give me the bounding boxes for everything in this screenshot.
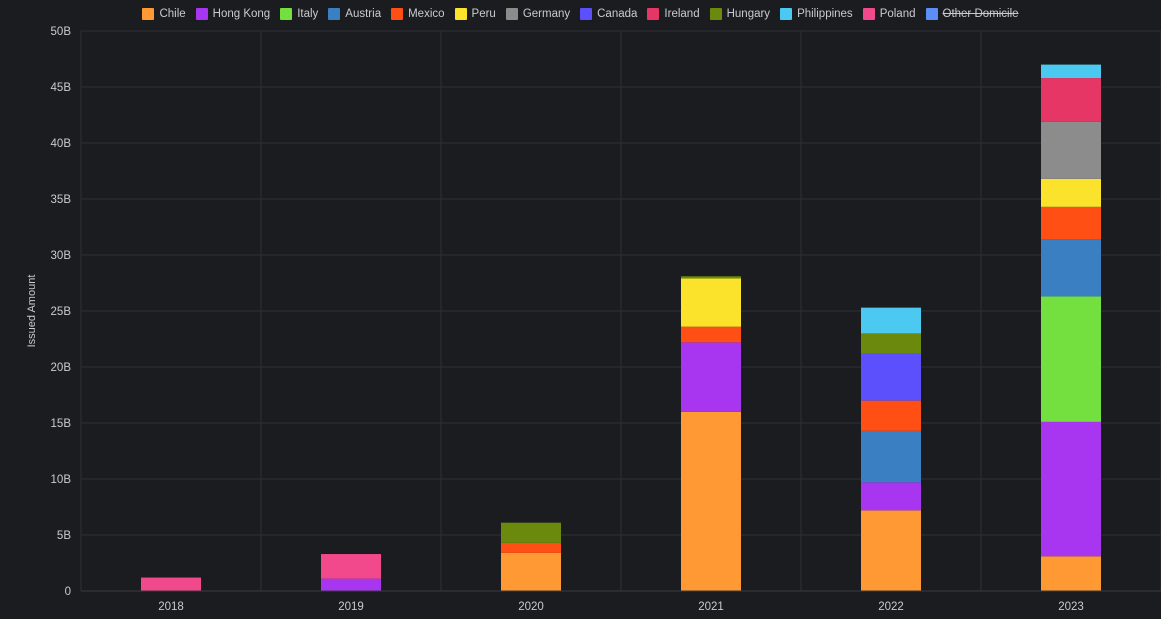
bar-philippines-2023 — [1041, 64, 1101, 79]
y-tick-label: 0 — [65, 586, 71, 598]
legend-item-mexico[interactable]: Mexico — [391, 6, 445, 22]
legend-label: Austria — [345, 8, 382, 20]
bar-hong-kong-2021 — [681, 342, 741, 412]
bar-mexico-2021 — [681, 326, 741, 343]
bar-hungary-2020 — [501, 522, 561, 543]
x-tick-label: 2023 — [1058, 601, 1084, 613]
bar-mexico-2023 — [1041, 206, 1101, 240]
bar-mexico-2020 — [501, 542, 561, 553]
bar-austria-2023 — [1041, 239, 1101, 297]
bar-mexico-2022 — [861, 400, 921, 431]
bar-chile-2023 — [1041, 556, 1101, 591]
legend-label: Poland — [879, 8, 916, 20]
bar-poland-2019 — [321, 554, 381, 579]
legend-swatch — [505, 8, 518, 20]
legend-label: Mexico — [408, 8, 445, 20]
legend-item-hong-kong[interactable]: Hong Kong — [195, 6, 271, 22]
y-tick-label: 30B — [51, 250, 72, 262]
y-tick-label: 25B — [51, 306, 72, 318]
y-axis-label: Issued Amount — [26, 274, 38, 348]
legend-swatch — [862, 8, 875, 20]
y-tick-label: 10B — [51, 474, 72, 486]
legend-label: Ireland — [664, 8, 700, 20]
legend-swatch — [580, 8, 593, 20]
x-tick-label: 2021 — [698, 601, 724, 613]
legend-swatch — [280, 8, 293, 20]
legend-swatch — [709, 8, 722, 20]
legend-item-poland[interactable]: Poland — [862, 6, 916, 22]
legend-label: Philippines — [797, 8, 853, 20]
bar-chile-2021 — [681, 411, 741, 591]
bar-chile-2022 — [861, 510, 921, 591]
legend-label: Italy — [297, 8, 319, 20]
legend-swatch — [391, 8, 404, 20]
y-tick-label: 35B — [51, 194, 72, 206]
bar-italy-2023 — [1041, 296, 1101, 422]
legend-swatch — [925, 8, 938, 20]
bar-austria-2022 — [861, 430, 921, 483]
legend-item-peru[interactable]: Peru — [454, 6, 496, 22]
legend-item-austria[interactable]: Austria — [328, 6, 381, 22]
bar-peru-2021 — [681, 278, 741, 327]
y-tick-label: 20B — [51, 362, 72, 374]
legend-label: Other Domicile — [942, 8, 1019, 20]
bar-hungary-2022 — [861, 333, 921, 354]
legend-swatch — [454, 8, 467, 20]
legend-item-ireland[interactable]: Ireland — [647, 6, 700, 22]
bar-germany-2023 — [1041, 121, 1101, 179]
plot-area: 0 5B 10B 15B 20B 25B 30B 35B 40B 45B 50B 2018 2019 20… — [51, 26, 1161, 613]
x-tick-label: 2018 — [158, 601, 184, 613]
bar-hong-kong-2019 — [321, 578, 381, 591]
y-tick-label: 40B — [51, 138, 72, 150]
legend-item-other-domicile[interactable]: Other Domicile — [925, 6, 1019, 22]
bar-hong-kong-2023 — [1041, 421, 1101, 557]
bar-philippines-2022 — [861, 307, 921, 334]
chart-legend: Chile Hong Kong Italy Austria Mexico Peru Germ… — [0, 6, 1161, 22]
y-tick-label: 50B — [51, 26, 72, 38]
legend-item-philippines[interactable]: Philippines — [780, 6, 853, 22]
legend-label: Chile — [159, 8, 186, 20]
legend-label: Peru — [471, 8, 496, 20]
legend-label: Hungary — [726, 8, 771, 20]
legend-swatch — [780, 8, 793, 20]
bar-peru-2023 — [1041, 178, 1101, 207]
legend-item-germany[interactable]: Germany — [505, 6, 571, 22]
bar-ireland-2023 — [1041, 78, 1101, 122]
legend-swatch — [142, 8, 155, 20]
y-tick-label: 45B — [51, 82, 72, 94]
legend-item-chile[interactable]: Chile — [142, 6, 186, 22]
x-tick-label: 2019 — [338, 601, 364, 613]
legend-item-italy[interactable]: Italy — [280, 6, 318, 22]
legend-swatch — [195, 8, 208, 20]
legend-swatch — [647, 8, 660, 20]
bar-hungary-2021 — [681, 276, 741, 279]
legend-label: Hong Kong — [212, 8, 271, 20]
bar-chile-2020 — [501, 552, 561, 591]
x-tick-label: 2022 — [878, 601, 904, 613]
legend-label: Germany — [522, 8, 571, 20]
y-tick-label: 5B — [57, 530, 71, 542]
y-tick-label: 15B — [51, 418, 72, 430]
legend-label: Canada — [597, 8, 638, 20]
bar-hong-kong-2022 — [861, 482, 921, 511]
x-tick-label: 2020 — [518, 601, 544, 613]
bar-poland-2018 — [141, 577, 201, 591]
legend-swatch — [328, 8, 341, 20]
bar-canada-2022 — [861, 353, 921, 401]
issued-amount-chart: Chile Hong Kong Italy Austria Mexico Peru Germ… — [0, 0, 1161, 614]
legend-item-hungary[interactable]: Hungary — [709, 6, 771, 22]
legend-item-canada[interactable]: Canada — [580, 6, 637, 22]
